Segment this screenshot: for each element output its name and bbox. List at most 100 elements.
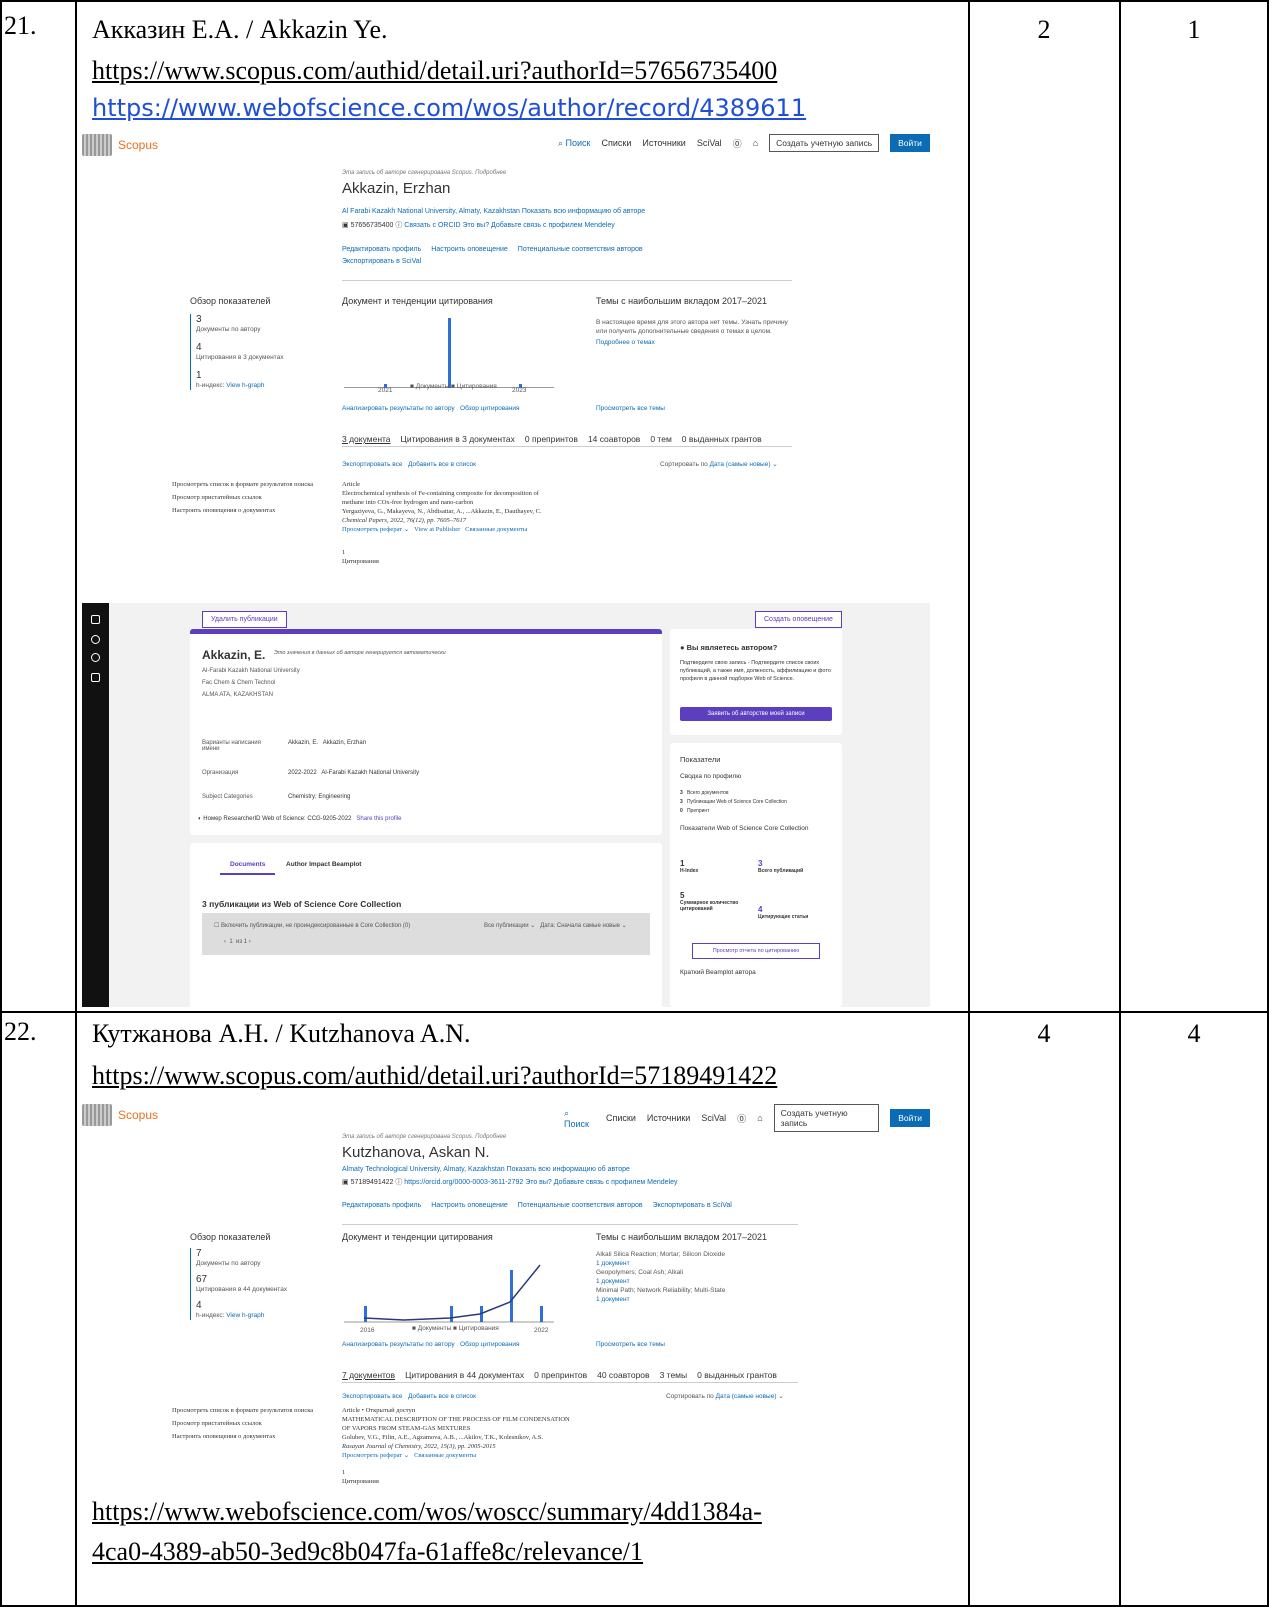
search-link[interactable]: ⌕ Поиск xyxy=(558,138,591,149)
claim-card: ● Вы являетесь автором? Подтвердите свою… xyxy=(670,629,842,735)
x-axis-end: 2022 xyxy=(534,1327,549,1334)
scopus-link[interactable]: https://www.scopus.com/authid/detail.uri… xyxy=(92,55,777,87)
institution-icon[interactable]: ⌂ xyxy=(757,1113,762,1123)
all-topics-link: Просмотреть все темы xyxy=(596,405,665,412)
auto-note: Это значения в данных об авторе генериру… xyxy=(274,650,446,656)
sources-link[interactable]: Источники xyxy=(642,138,685,148)
row-number: 22. xyxy=(4,1017,37,1046)
wos-location: ALMA ATA, KAZAKHSTAN xyxy=(202,692,274,698)
wos-link-line1[interactable]: https://www.webofscience.com/wos/woscc/s… xyxy=(92,1496,762,1528)
metrics-card: Показатели Сводка по профилю 3 Всего док… xyxy=(670,743,842,1007)
org-value: 2022-2022 Al-Farabi Kazakh National Univ… xyxy=(288,770,420,776)
sort-control[interactable]: Сортировать по Дата (самые новые) ⌄ xyxy=(660,460,778,469)
row-number: 21. xyxy=(4,11,37,40)
analyze-links: Анализировать результаты по автору Обзор… xyxy=(342,1341,520,1348)
chart-legend: ■ Документы ■ Цитирования xyxy=(412,1325,499,1332)
affiliation: Almaty Technological University, Almaty,… xyxy=(342,1166,630,1173)
profile-tabs: 3 документа Цитирования в 3 документах 0 п… xyxy=(342,434,762,444)
pagination[interactable]: ‹ 1 из 1 › xyxy=(224,939,251,945)
article-entry: Article • Открытый доступ MATHEMATICAL D… xyxy=(342,1407,570,1485)
x-axis-start: 2021 xyxy=(378,387,393,394)
search-link[interactable]: ⌕ Поиск xyxy=(564,1108,595,1129)
affiliation: Al Farabi Kazakh National University, Al… xyxy=(342,208,646,215)
count-cell: 4 xyxy=(1037,1019,1051,1048)
tab-documents[interactable]: Documents xyxy=(220,861,276,875)
topics-title: Темы с наибольшим вкладом 2017–2021 xyxy=(596,1232,768,1242)
create-account-button[interactable]: Создать учетную запись xyxy=(773,1104,880,1132)
filter-bar: ☐ Включить публикации, не проиндексирова… xyxy=(202,913,650,955)
side-options: Просмотреть список в формате результатов… xyxy=(172,481,314,514)
scopus-nav: ⌕ Поиск Списки Источники SciVal ⓪ ⌂ Созд… xyxy=(564,1104,930,1132)
topics-title: Темы с наибольшим вкладом 2017–2021 xyxy=(596,296,768,306)
author-name: Кутжанова А.Н. / Kutzhanova A.N. xyxy=(92,1019,471,1048)
core-metrics-title: Показатели Web of Science Core Collectio… xyxy=(680,825,809,832)
total-publications: 3 Всего публикаций xyxy=(758,859,804,874)
author-name: Акказин Е.А. / Akkazin Ye. xyxy=(92,15,388,44)
wos-link[interactable]: https://www.webofscience.com/wos/author/… xyxy=(92,92,806,124)
list-actions: Экспортировать все Добавить все в список xyxy=(342,461,477,468)
filter-select[interactable]: Все публикации ⌄ Дата: Сначала самые нов… xyxy=(484,922,627,929)
x-axis-start: 2016 xyxy=(360,1327,375,1334)
delete-publications-button[interactable]: Удалить публикации xyxy=(202,611,287,628)
claim-button[interactable]: Заявить об авторстве моей записи xyxy=(680,707,832,721)
profile-name: Kutzhanova, Askan N. xyxy=(342,1144,490,1161)
wos-author-name: Akkazin, E. xyxy=(202,648,266,662)
divider xyxy=(342,280,792,281)
login-button[interactable]: Войти xyxy=(890,134,930,152)
metrics-heading: Показатели xyxy=(680,755,721,764)
list-actions: Экспортировать все Добавить все в список xyxy=(342,1393,477,1400)
tab-beamplot[interactable]: Author Impact Beamplot xyxy=(286,861,361,868)
org-label: Организация xyxy=(202,770,239,776)
profile-name: Akkazin, Erzhan xyxy=(342,180,451,197)
beamplot-title: Краткий Beamplot автора xyxy=(680,969,756,976)
topics-link: Подробнее о темах xyxy=(596,339,655,346)
scopus-logo: Scopus xyxy=(82,134,158,156)
row-divider xyxy=(0,0,1269,2)
claim-text: Подтвердите свою запись - Подтвердите сп… xyxy=(680,660,831,682)
citations-bar xyxy=(448,318,451,388)
sources-link[interactable]: Источники xyxy=(647,1113,690,1123)
profile-summary: Сводка по профилю xyxy=(680,773,742,780)
name-variants-label: Варианты написания имени xyxy=(202,740,261,752)
column-divider xyxy=(1119,0,1121,1607)
sort-control[interactable]: Сортировать по Дата (самые новые) ⌄ xyxy=(666,1392,784,1401)
scival-link[interactable]: SciVal xyxy=(701,1113,726,1123)
count-cell: 1 xyxy=(1187,15,1201,44)
scopus-screenshot: Scopus ⌕ Поиск Списки Источники SciVal ⓪… xyxy=(82,1100,930,1492)
scival-link[interactable]: SciVal xyxy=(697,138,722,148)
help-icon[interactable]: ⓪ xyxy=(737,1112,746,1125)
trend-chart xyxy=(344,1264,554,1323)
author-card: Akkazin, E. Это значения в данных об авт… xyxy=(190,629,662,835)
scopus-logo: Scopus xyxy=(82,1104,158,1126)
scopus-nav: ⌕ Поиск Списки Источники SciVal ⓪ ⌂ Созд… xyxy=(558,134,930,152)
metrics-list: 3 Документы по автору 4 Цитирования в 3 до… xyxy=(190,314,320,390)
subject-value: Chemistry; Engineering xyxy=(288,794,351,800)
create-account-button[interactable]: Создать учетную запись xyxy=(769,134,880,152)
lists-link[interactable]: Списки xyxy=(602,138,632,148)
generated-note: Эта запись об авторе сгенерирована Scopu… xyxy=(342,170,507,176)
metrics-list: 7 Документы по автору 67 Цитирования в 44 … xyxy=(190,1248,320,1320)
citation-report-button[interactable]: Просмотр отчета по цитированию xyxy=(692,943,820,959)
divider xyxy=(342,1382,798,1383)
include-checkbox[interactable]: ☐ Включить публикации, не проиндексирова… xyxy=(214,922,410,929)
all-topics-link: Просмотреть все темы xyxy=(596,1341,665,1348)
wos-sidebar xyxy=(82,603,109,1007)
trend-chart xyxy=(344,318,554,388)
column-divider xyxy=(75,0,77,1607)
lists-link[interactable]: Списки xyxy=(606,1113,636,1123)
export-scival: Экспортировать в SciVal xyxy=(342,258,422,265)
login-button[interactable]: Войти xyxy=(890,1109,930,1127)
wos-link-line2[interactable]: 4ca0-4389-ab50-3ed9c8b047fa-61affe8c/rel… xyxy=(92,1536,643,1568)
topics-list: Alkali Silica Reaction; Mortar; Silicon … xyxy=(596,1251,726,1303)
analyze-links: Анализировать результаты по автору Обзор… xyxy=(342,405,520,412)
help-icon[interactable]: ⓪ xyxy=(733,137,742,150)
h-index: 1 H-Index xyxy=(680,859,699,874)
citing-articles: 4 Цитирующие статьи xyxy=(758,905,809,920)
scopus-link[interactable]: https://www.scopus.com/authid/detail.uri… xyxy=(92,1060,777,1092)
chart-legend: ■ Документы ■ Цитирования xyxy=(410,383,497,390)
divider xyxy=(342,446,792,447)
create-alert-button[interactable]: Создать оповещение xyxy=(755,611,842,628)
institution-icon[interactable]: ⌂ xyxy=(753,138,758,148)
wos-department: Fac Chem & Chem Technol xyxy=(202,680,276,686)
metrics-title: Обзор показателей xyxy=(190,296,271,306)
